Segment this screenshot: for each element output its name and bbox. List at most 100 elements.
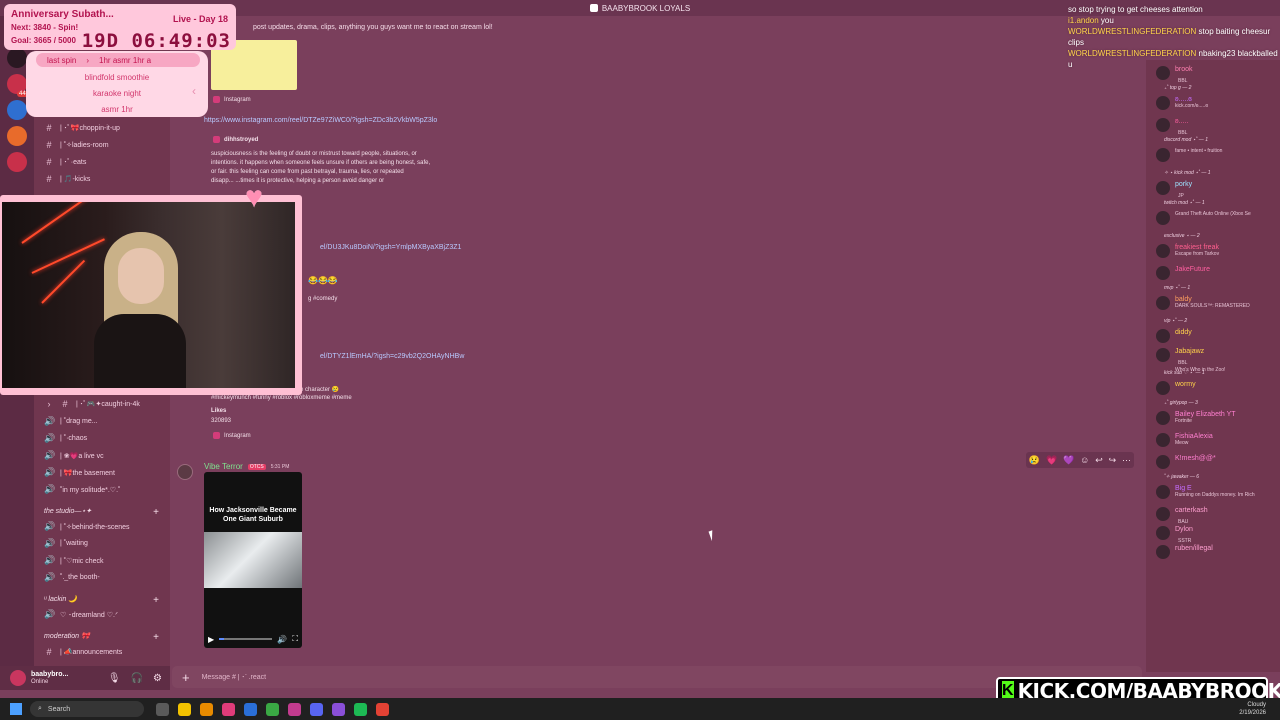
avatar bbox=[1156, 118, 1170, 132]
app-icon[interactable] bbox=[222, 702, 235, 716]
chat-line: so stop trying to get cheeses attention bbox=[1068, 5, 1203, 14]
member-item[interactable]: wormy bbox=[1156, 381, 1196, 395]
message-link[interactable]: el/DTYZ1lEmHA/?igsh=c29vb2Q2OHAyNHBw bbox=[320, 353, 464, 360]
folder-icon[interactable] bbox=[200, 702, 213, 716]
server-icon[interactable] bbox=[7, 100, 27, 120]
member-activity: kick.com/ʚ.....ɞ bbox=[1175, 103, 1208, 109]
xbox-icon[interactable] bbox=[266, 702, 279, 716]
member-item[interactable]: diddy bbox=[1156, 329, 1192, 343]
member-item[interactable]: carterkash BAU bbox=[1156, 507, 1208, 526]
voice-channel[interactable]: 🔊 | ˚·chaos bbox=[44, 431, 87, 446]
member-item[interactable]: JakeFuture bbox=[1156, 266, 1210, 280]
fullscreen-icon[interactable]: ⛶ bbox=[292, 634, 298, 644]
app-icon[interactable] bbox=[332, 702, 345, 716]
member-item[interactable]: baldy DARK SOULS™: REMASTERED bbox=[1156, 296, 1250, 310]
member-role-header: ˚✧ jawaker — 6 bbox=[1164, 474, 1200, 480]
video-progress[interactable] bbox=[219, 638, 273, 640]
plus-icon[interactable]: + bbox=[153, 632, 159, 643]
steam-icon[interactable] bbox=[244, 702, 257, 716]
play-icon[interactable]: ▶ bbox=[208, 635, 214, 644]
avatar bbox=[1156, 266, 1170, 280]
voice-channel[interactable]: 🔊 | 🎀the basement bbox=[44, 465, 115, 480]
more-icon[interactable]: ⋯ bbox=[1122, 455, 1131, 466]
voice-channel[interactable]: 🔊 | ˚♡mic check bbox=[44, 553, 104, 568]
channel-item[interactable]: › # | ･ﾟ🎮✦caught-in-4k bbox=[44, 396, 140, 411]
video-attachment[interactable]: How Jacksonville Became One Giant Suburb… bbox=[204, 472, 302, 648]
member-role-header: ₊˚ top g — 2 bbox=[1164, 85, 1192, 91]
member-item[interactable]: porky JP bbox=[1156, 181, 1192, 200]
voice-channel[interactable]: 🔊 | ˚drag me... bbox=[44, 414, 98, 429]
member-item[interactable]: K!mesh@@* bbox=[1156, 455, 1216, 469]
member-role-header: twitch mod ⋆˚ — 1 bbox=[1164, 200, 1205, 206]
member-item[interactable]: FishiaAlexia Meow bbox=[1156, 433, 1213, 447]
reply-icon[interactable]: ↩ bbox=[1095, 455, 1103, 466]
member-name: K!mesh@@* bbox=[1175, 455, 1216, 462]
voice-channel[interactable]: 🔊 | ❀💗a live vc bbox=[44, 448, 104, 463]
discord-icon[interactable] bbox=[310, 702, 323, 716]
plus-icon[interactable]: + bbox=[182, 670, 190, 685]
windows-start-icon[interactable] bbox=[10, 703, 22, 715]
reaction-sad-icon[interactable]: 😢 bbox=[1029, 455, 1040, 466]
member-item[interactable]: Dylon SSTR bbox=[1156, 526, 1193, 545]
headphones-icon[interactable]: 🎧 bbox=[131, 673, 143, 684]
speaker-icon: 🔊 bbox=[44, 484, 56, 494]
server-icon[interactable]: 443 bbox=[7, 74, 31, 97]
message-link[interactable]: el/DU3JKu8DoiN/?igsh=YmlpMXByaXBjZ3Z1 bbox=[320, 244, 461, 251]
plus-icon[interactable]: + bbox=[153, 595, 159, 606]
message-author[interactable]: Vibe Terror bbox=[204, 462, 243, 471]
channel-item[interactable]: # | ･ﾟ·eats bbox=[44, 154, 86, 169]
reaction-purple-heart-icon[interactable]: 💜 bbox=[1063, 455, 1074, 466]
member-item[interactable]: ruben/illegal bbox=[1156, 545, 1213, 559]
app-icon[interactable] bbox=[288, 702, 301, 716]
avatar bbox=[1156, 329, 1170, 343]
spotify-icon[interactable] bbox=[354, 702, 367, 716]
reaction-heart-icon[interactable]: 💗 bbox=[1046, 455, 1057, 466]
voice-channel[interactable]: 🔊 ˚in my solitude*.♡.˚ bbox=[44, 482, 120, 497]
member-item[interactable]: fame • intent • fruition bbox=[1156, 148, 1222, 162]
channel-item[interactable]: # | ˚✧ladies-room bbox=[44, 137, 108, 152]
voice-channel[interactable]: 🔊 ˚._the booth- bbox=[44, 570, 100, 585]
plus-icon[interactable]: + bbox=[153, 507, 159, 518]
task-view-icon[interactable] bbox=[156, 702, 169, 716]
embed-text: g #comedy bbox=[308, 296, 338, 302]
channel-item[interactable]: # | 📣announcements bbox=[44, 644, 122, 659]
mic-icon[interactable]: 🎙 bbox=[108, 673, 121, 684]
message-link[interactable]: https://www.instagram.com/reel/DTZe97ZiW… bbox=[204, 117, 437, 124]
message-time: 5:31 PM bbox=[270, 463, 290, 470]
channel-item[interactable]: # | 🎵-kicks bbox=[44, 171, 90, 186]
member-item[interactable]: Big E Running on Daddys money. Im Rich bbox=[1156, 485, 1255, 499]
file-explorer-icon[interactable] bbox=[178, 702, 191, 716]
avatar bbox=[1156, 381, 1170, 395]
server-icon[interactable] bbox=[7, 48, 27, 68]
category-header[interactable]: the studio—⋆✦ + bbox=[44, 507, 159, 518]
add-reaction-icon[interactable]: ☺ bbox=[1080, 455, 1089, 465]
member-item[interactable]: Grand Theft Auto Online (Xbox Se bbox=[1156, 211, 1251, 225]
member-item[interactable]: ʚ.....ɞ kick.com/ʚ.....ɞ bbox=[1156, 96, 1208, 110]
member-badge: JP bbox=[1178, 193, 1184, 199]
forward-icon[interactable]: ↪ bbox=[1109, 455, 1117, 466]
server-icon[interactable] bbox=[7, 152, 27, 172]
user-panel: baabybro... Online 🎙 🎧 ⚙ bbox=[0, 666, 170, 690]
member-activity: fame • intent • fruition bbox=[1175, 148, 1223, 154]
avatar bbox=[1156, 96, 1170, 110]
server-icon[interactable] bbox=[7, 126, 27, 146]
member-item[interactable]: freakiest freak Escape from Tarkov bbox=[1156, 244, 1219, 258]
category-header[interactable]: ᵘ lackin 🌙 + bbox=[44, 595, 159, 606]
category-header[interactable]: moderation 🎀 + bbox=[44, 632, 159, 643]
brave-icon[interactable] bbox=[376, 702, 389, 716]
volume-icon[interactable]: 🔊 bbox=[277, 635, 287, 644]
gear-icon[interactable]: ⚙ bbox=[153, 673, 162, 684]
user-name: baabybro... bbox=[31, 671, 69, 678]
voice-channel[interactable]: 🔊 ♡ ･dreamland ♡.ᐟ bbox=[44, 607, 118, 622]
taskbar-search[interactable]: ⌕ Search bbox=[30, 701, 144, 717]
member-item[interactable]: Bailey Elizabeth YT Fortnite bbox=[1156, 411, 1236, 425]
voice-channel[interactable]: 🔊 | ˚waiting bbox=[44, 536, 88, 551]
member-name: FishiaAlexia bbox=[1175, 433, 1213, 440]
avatar[interactable] bbox=[10, 670, 26, 686]
channel-item[interactable]: # | ･ﾟ🎀choppin-it-up bbox=[44, 120, 119, 135]
message-input[interactable] bbox=[201, 673, 802, 681]
avatar bbox=[1156, 433, 1170, 447]
member-item[interactable]: ʚ..... BBL bbox=[1156, 118, 1188, 137]
voice-channel[interactable]: 🔊 | ˚✧behind-the-scenes bbox=[44, 519, 130, 534]
avatar[interactable] bbox=[177, 464, 193, 480]
